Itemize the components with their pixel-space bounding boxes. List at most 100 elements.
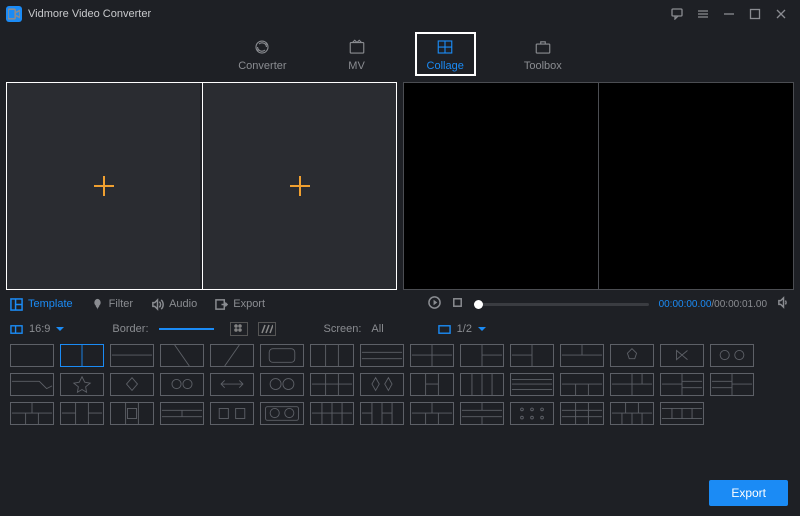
template-item[interactable] — [510, 344, 554, 367]
border-pattern-picker[interactable] — [258, 322, 276, 336]
template-item[interactable] — [260, 373, 304, 396]
border-style-select[interactable] — [159, 328, 220, 330]
add-media-icon — [94, 176, 114, 196]
template-item[interactable] — [610, 373, 654, 396]
nav-toolbox[interactable]: Toolbox — [512, 32, 574, 76]
window-controls — [670, 7, 794, 21]
maximize-icon[interactable] — [748, 7, 762, 21]
template-item[interactable] — [660, 402, 704, 425]
template-item[interactable] — [210, 344, 254, 367]
template-item[interactable] — [10, 373, 54, 396]
template-item[interactable] — [460, 344, 504, 367]
tab-template-label: Template — [28, 298, 73, 310]
preview-area — [403, 82, 794, 290]
template-item[interactable] — [160, 344, 204, 367]
volume-icon[interactable] — [777, 296, 790, 312]
template-controls: 16:9 Border: Screen: All 1/2 — [0, 318, 800, 340]
template-item[interactable] — [210, 402, 254, 425]
template-item[interactable] — [610, 402, 654, 425]
template-item[interactable] — [160, 402, 204, 425]
template-item[interactable] — [410, 373, 454, 396]
template-item[interactable] — [110, 402, 154, 425]
template-item[interactable] — [660, 344, 704, 367]
screen-value: All — [371, 323, 383, 335]
chevron-down-icon — [478, 327, 486, 331]
tab-export-label: Export — [233, 298, 265, 310]
template-item[interactable] — [310, 344, 354, 367]
template-item[interactable] — [10, 344, 54, 367]
main-area — [0, 82, 800, 290]
template-item[interactable] — [360, 344, 404, 367]
template-item[interactable] — [260, 402, 304, 425]
template-item[interactable] — [410, 344, 454, 367]
template-item[interactable] — [10, 402, 54, 425]
tab-template[interactable]: Template — [10, 298, 73, 311]
aspect-ratio-select[interactable]: 16:9 — [10, 323, 64, 336]
export-button[interactable]: Export — [709, 480, 788, 506]
template-item[interactable] — [110, 344, 154, 367]
template-item[interactable] — [610, 344, 654, 367]
collage-slot-1[interactable] — [7, 83, 200, 289]
add-media-icon — [290, 176, 310, 196]
tab-export[interactable]: Export — [215, 298, 265, 311]
template-item[interactable] — [310, 373, 354, 396]
nav-toolbox-label: Toolbox — [524, 60, 562, 72]
feedback-icon[interactable] — [670, 7, 684, 21]
app-window: Vidmore Video Converter Converter MV Col… — [0, 0, 800, 516]
app-logo-icon — [6, 6, 22, 22]
template-item[interactable] — [60, 402, 104, 425]
border-label: Border: — [112, 323, 148, 335]
screen-select[interactable]: All — [371, 323, 389, 335]
page-value: 1/2 — [457, 323, 472, 335]
aspect-ratio-value: 16:9 — [29, 323, 50, 335]
template-item[interactable] — [560, 373, 604, 396]
top-nav: Converter MV Collage Toolbox — [0, 28, 800, 82]
template-item[interactable] — [60, 344, 104, 367]
title-bar: Vidmore Video Converter — [0, 0, 800, 28]
minimize-icon[interactable] — [722, 7, 736, 21]
template-item[interactable] — [160, 373, 204, 396]
chevron-down-icon — [56, 327, 64, 331]
page-select[interactable]: 1/2 — [438, 323, 486, 336]
tab-filter-label: Filter — [109, 298, 133, 310]
playback-controls: 00:00:00.00/00:00:01.00 — [428, 296, 790, 312]
template-item[interactable] — [460, 373, 504, 396]
template-item[interactable] — [560, 402, 604, 425]
template-item[interactable] — [110, 373, 154, 396]
tab-filter[interactable]: Filter — [91, 298, 133, 311]
nav-converter[interactable]: Converter — [226, 32, 298, 76]
screen-label: Screen: — [324, 323, 362, 335]
timeline-slider[interactable] — [474, 303, 649, 306]
template-item[interactable] — [710, 373, 754, 396]
play-button[interactable] — [428, 296, 441, 312]
menu-icon[interactable] — [696, 7, 710, 21]
brand: Vidmore Video Converter — [6, 6, 151, 22]
template-item[interactable] — [510, 373, 554, 396]
template-item[interactable] — [460, 402, 504, 425]
template-item[interactable] — [410, 402, 454, 425]
template-item[interactable] — [360, 373, 404, 396]
panel-tabs: Template Filter Audio Export — [10, 298, 265, 311]
template-item[interactable] — [60, 373, 104, 396]
collage-slot-2[interactable] — [202, 83, 396, 289]
template-item[interactable] — [260, 344, 304, 367]
template-item[interactable] — [360, 402, 404, 425]
preview-pane-1 — [404, 83, 598, 289]
template-item[interactable] — [710, 344, 754, 367]
tab-audio[interactable]: Audio — [151, 298, 197, 311]
nav-converter-label: Converter — [238, 60, 286, 72]
template-item[interactable] — [310, 402, 354, 425]
nav-mv[interactable]: MV — [335, 32, 379, 76]
stop-button[interactable] — [451, 296, 464, 312]
template-grid — [0, 340, 800, 429]
footer: Export — [0, 472, 800, 516]
template-item[interactable] — [210, 373, 254, 396]
time-display: 00:00:00.00/00:00:01.00 — [659, 299, 767, 310]
template-item[interactable] — [510, 402, 554, 425]
template-item[interactable] — [660, 373, 704, 396]
border-color-picker[interactable] — [230, 322, 248, 336]
nav-collage[interactable]: Collage — [415, 32, 476, 76]
nav-collage-label: Collage — [427, 60, 464, 72]
template-item[interactable] — [560, 344, 604, 367]
close-icon[interactable] — [774, 7, 788, 21]
